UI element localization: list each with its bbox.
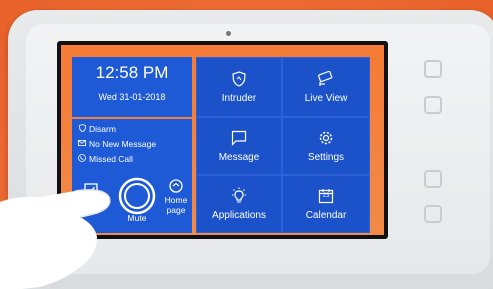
side-message-button[interactable] <box>424 96 442 114</box>
side-share-button[interactable] <box>424 205 442 223</box>
finger-image <box>0 189 111 289</box>
clock-time: 12:58 PM <box>95 63 169 82</box>
status-missed-call[interactable]: Missed Call <box>77 152 187 166</box>
status-message-label: No New Message <box>89 139 157 149</box>
status-disarm-label: Disarm <box>89 124 116 134</box>
message-icon <box>231 129 247 147</box>
envelope-icon <box>77 140 87 148</box>
tile-calendar[interactable]: 23 Calendar <box>282 175 370 233</box>
camera-lens <box>226 31 231 36</box>
bulb-icon <box>230 187 248 205</box>
camera-icon <box>316 70 336 88</box>
calendar-icon: 23 <box>318 187 334 205</box>
shield-icon <box>77 124 87 134</box>
tile-message[interactable]: Message <box>196 117 282 175</box>
side-call-button[interactable] <box>424 170 442 188</box>
status-disarm[interactable]: Disarm <box>77 122 187 136</box>
tile-intruder[interactable]: Intruder <box>196 57 282 117</box>
tile-live-view[interactable]: Live View <box>282 57 370 117</box>
side-unlock-button[interactable] <box>424 60 442 78</box>
tile-live-view-label: Live View <box>304 93 348 104</box>
status-missed-call-label: Missed Call <box>89 154 133 164</box>
tile-applications-label: Applications <box>212 210 266 221</box>
clock-panel: 12:58 PM Wed 31-01-2018 <box>72 57 192 117</box>
tile-message-label: Message <box>218 152 260 163</box>
gear-icon <box>318 129 334 147</box>
phone-icon <box>77 154 87 164</box>
tile-settings-label: Settings <box>307 152 345 163</box>
tile-settings[interactable]: Settings <box>282 117 370 175</box>
status-message[interactable]: No New Message <box>77 137 187 151</box>
intruder-icon <box>232 70 246 88</box>
tile-calendar-label: Calendar <box>305 210 347 221</box>
tile-applications[interactable]: Applications <box>196 175 282 233</box>
tile-intruder-label: Intruder <box>221 93 257 104</box>
calendar-day: 23 <box>322 193 330 199</box>
clock-date: Wed 31-01-2018 <box>98 92 166 102</box>
